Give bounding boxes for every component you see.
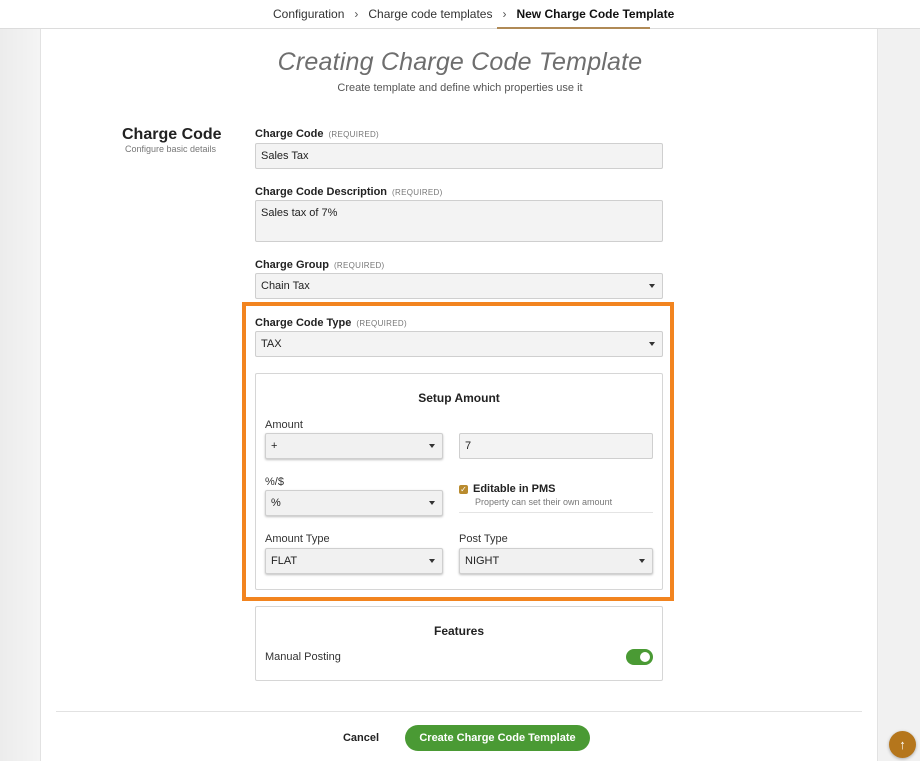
amount-sign-select[interactable]: +	[265, 433, 443, 459]
section-subtitle: Configure basic details	[125, 144, 217, 154]
charge-code-label: Charge Code (REQUIRED)	[255, 128, 379, 140]
charge-code-type-label-text: Charge Code Type	[255, 317, 352, 329]
section-title: Charge Code	[122, 126, 222, 143]
amount-type-label: Amount Type	[265, 533, 330, 545]
arrow-up-icon[interactable]: ↑	[889, 731, 916, 758]
charge-group-label-text: Charge Group	[255, 259, 329, 271]
breadcrumb: Configuration › Charge code templates › …	[273, 7, 674, 21]
charge-group-select[interactable]: Chain Tax	[255, 273, 663, 299]
features-title: Features	[433, 624, 485, 638]
charge-code-type-select[interactable]: TAX	[255, 331, 663, 357]
charge-code-type-label: Charge Code Type (REQUIRED)	[255, 317, 407, 329]
post-type-label: Post Type	[459, 533, 508, 545]
amount-value-input[interactable]: 7	[459, 433, 653, 459]
setup-amount-title: Setup Amount	[418, 391, 500, 405]
amount-label: Amount	[265, 419, 303, 431]
charge-code-input[interactable]: Sales Tax	[255, 143, 663, 169]
charge-group-value: Chain Tax	[261, 280, 310, 292]
required-tag: (REQUIRED)	[392, 188, 443, 197]
required-tag: (REQUIRED)	[333, 261, 385, 270]
manual-posting-toggle[interactable]	[626, 649, 653, 665]
required-tag: (REQUIRED)	[356, 319, 407, 328]
description-textarea[interactable]: Sales tax of 7%	[255, 200, 663, 242]
description-label: Charge Code Description (REQUIRED)	[255, 186, 443, 198]
features-panel: Features	[255, 606, 663, 681]
editable-in-pms-label: Editable in PMS	[473, 483, 556, 495]
right-gutter	[879, 29, 920, 761]
chevron-down-icon	[649, 284, 655, 288]
chevron-down-icon	[429, 501, 435, 505]
chevron-down-icon	[639, 559, 645, 563]
breadcrumb-current: New Charge Code Template	[516, 7, 675, 21]
charge-code-type-value: TAX	[261, 338, 282, 350]
breadcrumb-separator: ›	[502, 7, 507, 21]
post-type-select[interactable]: NIGHT	[459, 548, 653, 574]
amount-type-select[interactable]: FLAT	[265, 548, 443, 574]
toggle-knob	[640, 652, 650, 662]
unit-select[interactable]: %	[265, 490, 443, 516]
cancel-button[interactable]: Cancel	[330, 727, 392, 749]
left-gutter	[0, 29, 40, 761]
chevron-down-icon	[649, 342, 655, 346]
amount-sign-value: +	[271, 440, 278, 452]
manual-posting-label: Manual Posting	[265, 651, 341, 663]
description-label-text: Charge Code Description	[255, 186, 388, 198]
unit-label: %/$	[265, 476, 284, 488]
chevron-down-icon	[429, 444, 435, 448]
page-title: Creating Charge Code Template	[277, 48, 643, 76]
top-bar: Configuration › Charge code templates › …	[0, 0, 920, 29]
breadcrumb-charge-code-templates[interactable]: Charge code templates	[368, 7, 492, 21]
required-tag: (REQUIRED)	[328, 130, 380, 139]
footer-divider	[56, 711, 862, 712]
chevron-down-icon	[429, 559, 435, 563]
unit-value: %	[271, 497, 281, 509]
create-charge-code-template-button[interactable]: Create Charge Code Template	[405, 725, 590, 751]
page-subtitle: Create template and define which propert…	[337, 82, 583, 94]
post-type-value: NIGHT	[465, 555, 500, 567]
charge-group-label: Charge Group (REQUIRED)	[255, 259, 385, 271]
editable-in-pms-help: Property can set their own amount	[475, 497, 613, 507]
editable-in-pms-checkbox[interactable]: ✓	[459, 485, 468, 494]
breadcrumb-separator: ›	[354, 7, 359, 21]
divider	[459, 512, 653, 513]
breadcrumb-configuration[interactable]: Configuration	[273, 7, 344, 21]
charge-code-label-text: Charge Code	[255, 128, 324, 140]
amount-type-value: FLAT	[271, 555, 298, 567]
